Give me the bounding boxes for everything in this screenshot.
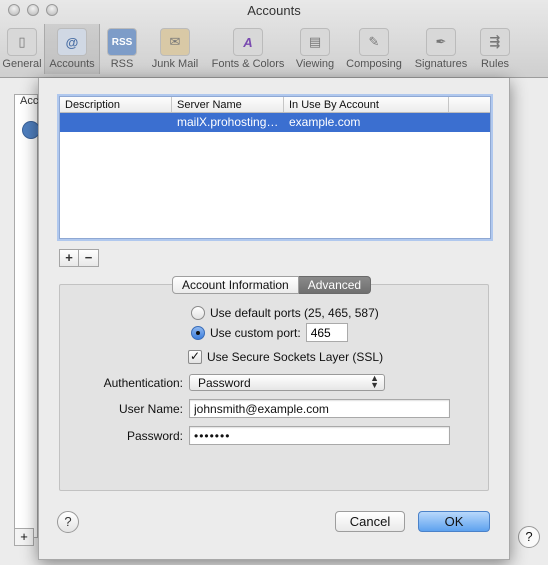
smtp-server-sheet: Description Server Name In Use By Accoun… xyxy=(38,78,510,560)
help-button[interactable]: ? xyxy=(57,511,79,533)
remove-server-button[interactable]: − xyxy=(79,249,99,267)
toolbar-composing[interactable]: ✎ Composing xyxy=(340,24,408,74)
rss-icon: RSS xyxy=(107,28,137,56)
accounts-list-header: Acc xyxy=(20,95,39,107)
toolbar-rules[interactable]: ⇶ Rules xyxy=(474,24,516,74)
toolbar-label: RSS xyxy=(110,58,134,70)
table-row[interactable]: mailX.prohosting… example.com xyxy=(60,113,490,132)
tab-account-information[interactable]: Account Information xyxy=(172,276,299,294)
custom-port-label: Use custom port: xyxy=(210,325,301,340)
toolbar-general[interactable]: ▯ General xyxy=(0,24,44,74)
column-header-in-use-by[interactable]: In Use By Account xyxy=(284,97,449,112)
toolbar-signatures[interactable]: ✒ Signatures xyxy=(408,24,474,74)
toolbar-label: Rules xyxy=(480,58,510,70)
column-header-description[interactable]: Description xyxy=(60,97,172,112)
custom-port-input[interactable] xyxy=(305,323,348,342)
preferences-toolbar: ▯ General @ Accounts RSS RSS ✉ Junk Mail… xyxy=(0,24,516,76)
accounts-list[interactable] xyxy=(14,94,38,538)
toolbar-label: General xyxy=(2,58,42,70)
default-ports-label: Use default ports (25, 465, 587) xyxy=(210,306,379,320)
default-ports-option[interactable]: Use default ports (25, 465, 587) xyxy=(191,306,379,320)
window-titlebar: Accounts ▯ General @ Accounts RSS RSS ✉ … xyxy=(0,0,548,78)
password-label: Password: xyxy=(126,429,183,443)
ssl-label: Use Secure Sockets Layer (SSL) xyxy=(207,350,384,364)
junk-bag-icon: ✉ xyxy=(160,28,190,56)
cancel-button[interactable]: Cancel xyxy=(335,511,405,532)
ssl-option[interactable]: ✓ Use Secure Sockets Layer (SSL) xyxy=(188,350,383,364)
column-header-empty xyxy=(449,97,490,112)
ssl-checkbox[interactable]: ✓ xyxy=(188,350,202,364)
toolbar-label: Accounts xyxy=(49,58,95,70)
composing-icon: ✎ xyxy=(359,28,389,56)
add-server-button[interactable]: + xyxy=(59,249,79,267)
add-account-button[interactable]: + xyxy=(14,528,34,546)
server-table[interactable]: Description Server Name In Use By Accoun… xyxy=(59,96,491,239)
server-table-header: Description Server Name In Use By Accoun… xyxy=(60,97,490,113)
custom-port-option[interactable]: Use custom port: xyxy=(191,323,348,342)
pane-help-button[interactable]: ? xyxy=(518,526,540,548)
column-header-server-name[interactable]: Server Name xyxy=(172,97,284,112)
authentication-popup[interactable]: Password ▲ ▼ xyxy=(189,374,385,391)
window-title: Accounts xyxy=(247,3,301,18)
toolbar-rss[interactable]: RSS RSS xyxy=(100,24,144,74)
toolbar-label: Fonts & Colors xyxy=(211,58,285,70)
toolbar-label: Composing xyxy=(346,58,402,70)
custom-port-radio[interactable] xyxy=(191,325,205,340)
cell-server-name: mailX.prohosting… xyxy=(177,115,279,129)
authentication-label: Authentication: xyxy=(103,376,183,390)
ok-button[interactable]: OK xyxy=(418,511,490,532)
tab-advanced[interactable]: Advanced xyxy=(298,276,372,294)
toolbar-accounts[interactable]: @ Accounts xyxy=(44,24,100,74)
cell-account: example.com xyxy=(289,115,361,129)
toolbar-label: Signatures xyxy=(414,58,468,70)
switch-icon: ▯ xyxy=(7,28,37,56)
rules-icon: ⇶ xyxy=(480,28,510,56)
toolbar-fonts-colors[interactable]: A Fonts & Colors xyxy=(206,24,290,74)
toolbar-label: Viewing xyxy=(295,58,335,70)
signature-icon: ✒ xyxy=(426,28,456,56)
toolbar-junk-mail[interactable]: ✉ Junk Mail xyxy=(144,24,206,74)
username-field[interactable] xyxy=(189,399,450,418)
tab-bar: Account Information Advanced xyxy=(172,276,372,294)
toolbar-label: Junk Mail xyxy=(151,58,199,70)
list-edit-buttons: + − xyxy=(59,249,99,267)
username-label: User Name: xyxy=(118,402,183,416)
toolbar-viewing[interactable]: ▤ Viewing xyxy=(290,24,340,74)
at-sign-icon: @ xyxy=(57,28,87,56)
password-field[interactable] xyxy=(189,426,450,445)
viewing-icon: ▤ xyxy=(300,28,330,56)
cell-description xyxy=(60,113,172,132)
fonts-icon: A xyxy=(233,28,263,56)
authentication-value: Password xyxy=(198,376,251,390)
popup-arrows-icon: ▲ ▼ xyxy=(370,373,379,390)
default-ports-radio[interactable] xyxy=(191,306,205,320)
